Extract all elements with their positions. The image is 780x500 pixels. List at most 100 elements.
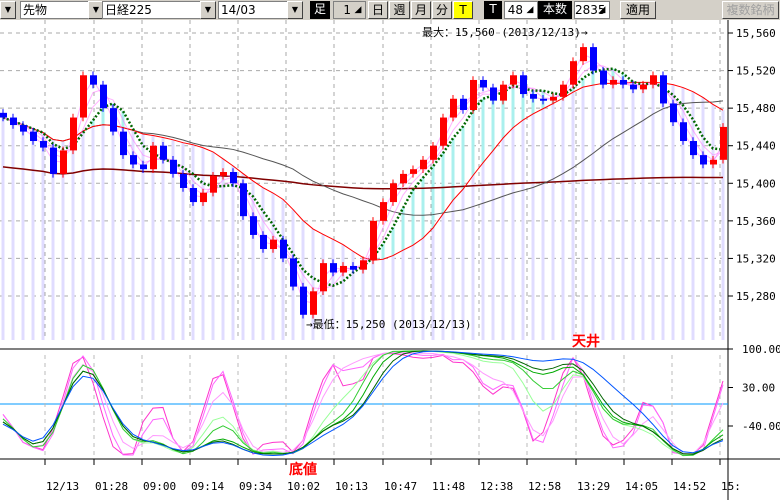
candle-up <box>470 79 477 111</box>
candle-down <box>330 263 337 273</box>
y-tick-label: 15,520 <box>736 65 776 78</box>
osc-y-tick-label: 30.00 <box>742 382 775 395</box>
min-annotation: →最低：15,250 (2013/12/13) <box>306 318 472 331</box>
candle-up <box>80 75 87 118</box>
candle-up <box>360 260 367 270</box>
spin-icon[interactable]: ◢ <box>596 3 608 17</box>
day-button[interactable]: 日 <box>368 1 388 19</box>
candle-up <box>70 117 77 151</box>
x-tick-label: 12:58 <box>528 480 561 493</box>
candle-up <box>450 98 457 118</box>
candle-down <box>350 265 357 270</box>
candle-up <box>370 220 377 261</box>
candle-up <box>400 173 407 184</box>
contract-select[interactable]: 14/03 <box>218 1 298 19</box>
count-input[interactable]: 2835 ◢ <box>574 1 610 19</box>
x-tick-label: 14:52 <box>673 480 706 493</box>
x-tick-label: 14:05 <box>625 480 658 493</box>
osc-y-tick-label: -40.00 <box>742 420 780 433</box>
osc-y-tick-label: 100.00 <box>742 343 780 356</box>
candle-down <box>520 75 527 95</box>
apply-button[interactable]: 適用 <box>620 1 656 19</box>
candle-down <box>460 98 467 111</box>
t-value: 48 <box>507 3 523 17</box>
candle-up <box>720 126 727 160</box>
menu-dropdown-button[interactable]: ▼ <box>0 1 16 19</box>
candle-down <box>160 145 167 160</box>
x-tick-label: 09:34 <box>239 480 272 493</box>
y-tick-label: 15,560 <box>736 27 776 40</box>
candle-up <box>580 47 587 62</box>
candle-down <box>680 122 687 142</box>
candle-up <box>510 75 517 85</box>
candle-down <box>530 94 537 99</box>
candle-down <box>600 70 607 85</box>
top-annotation: 天井 <box>572 334 600 350</box>
candle-down <box>630 84 637 90</box>
bar-interval-value: 1 <box>343 3 351 17</box>
x-tick-label: 13:29 <box>577 480 610 493</box>
candle-down <box>620 79 627 85</box>
candle-up <box>560 84 567 97</box>
max-annotation: 最大：15,560 (2013/12/13)→ <box>422 26 588 39</box>
candle-down <box>480 79 487 88</box>
toolbar: ▼ 先物 ▼ 日経225 ▼ 14/03 ▼ 足 1 ◢ 日 週 月 分 T T … <box>0 0 780 20</box>
candle-down <box>20 125 27 132</box>
candle-up <box>430 145 437 160</box>
oscillator-line <box>2 351 724 455</box>
candle-down <box>280 239 287 259</box>
candle-down <box>300 286 307 315</box>
candle-down <box>240 183 247 217</box>
spin-icon[interactable]: ◢ <box>524 3 536 17</box>
y-tick-label: 15,440 <box>736 140 776 153</box>
candle-down <box>690 141 697 156</box>
index-dropdown-icon[interactable]: ▼ <box>200 1 216 19</box>
candle-up <box>320 263 327 292</box>
tick-button[interactable]: T <box>453 1 473 19</box>
candle-down <box>490 87 497 101</box>
candle-down <box>590 47 597 71</box>
x-tick-label: 10:13 <box>335 480 368 493</box>
candle-up <box>390 183 397 203</box>
candle-down <box>130 155 137 165</box>
candle-up <box>610 79 617 85</box>
candle-down <box>90 75 97 85</box>
candle-up <box>410 169 417 174</box>
x-tick-label: 15: <box>721 480 741 493</box>
minute-button[interactable]: 分 <box>432 1 452 19</box>
candle-down <box>100 84 107 109</box>
week-button[interactable]: 週 <box>389 1 410 19</box>
candle-up <box>220 172 227 176</box>
index-select[interactable]: 日経225 <box>102 1 202 19</box>
market-select[interactable]: 先物 <box>20 1 90 19</box>
multi-symbol-button[interactable]: 複数銘柄 <box>722 1 779 19</box>
candle-down <box>180 173 187 188</box>
candle-down <box>660 75 667 104</box>
candle-up <box>650 75 657 85</box>
candle-up <box>340 265 347 273</box>
bar-interval-input[interactable]: 1 ◢ <box>333 1 366 19</box>
candle-up <box>710 159 717 165</box>
candle-down <box>670 103 677 123</box>
candle-up <box>500 84 507 101</box>
candle-down <box>110 108 117 132</box>
month-button[interactable]: 月 <box>411 1 431 19</box>
candle-down <box>40 141 47 148</box>
candle-down <box>170 159 177 174</box>
candle-down <box>140 164 147 170</box>
spin-icon[interactable]: ◢ <box>352 3 364 17</box>
x-tick-label: 09:00 <box>143 480 176 493</box>
candle-up <box>150 145 157 170</box>
ma-green-line <box>2 67 724 287</box>
candle-up <box>420 159 427 170</box>
count-label: 本数 <box>538 1 572 19</box>
t-value-input[interactable]: 48 ◢ <box>504 1 538 19</box>
candle-up <box>380 202 387 221</box>
y-tick-label: 15,400 <box>736 177 776 190</box>
candle-down <box>190 187 197 203</box>
x-tick-label: 10:47 <box>384 480 417 493</box>
y-tick-label: 15,360 <box>736 215 776 228</box>
candle-down <box>230 172 237 184</box>
contract-dropdown-icon[interactable]: ▼ <box>287 1 303 19</box>
ma-long-line <box>2 166 724 190</box>
